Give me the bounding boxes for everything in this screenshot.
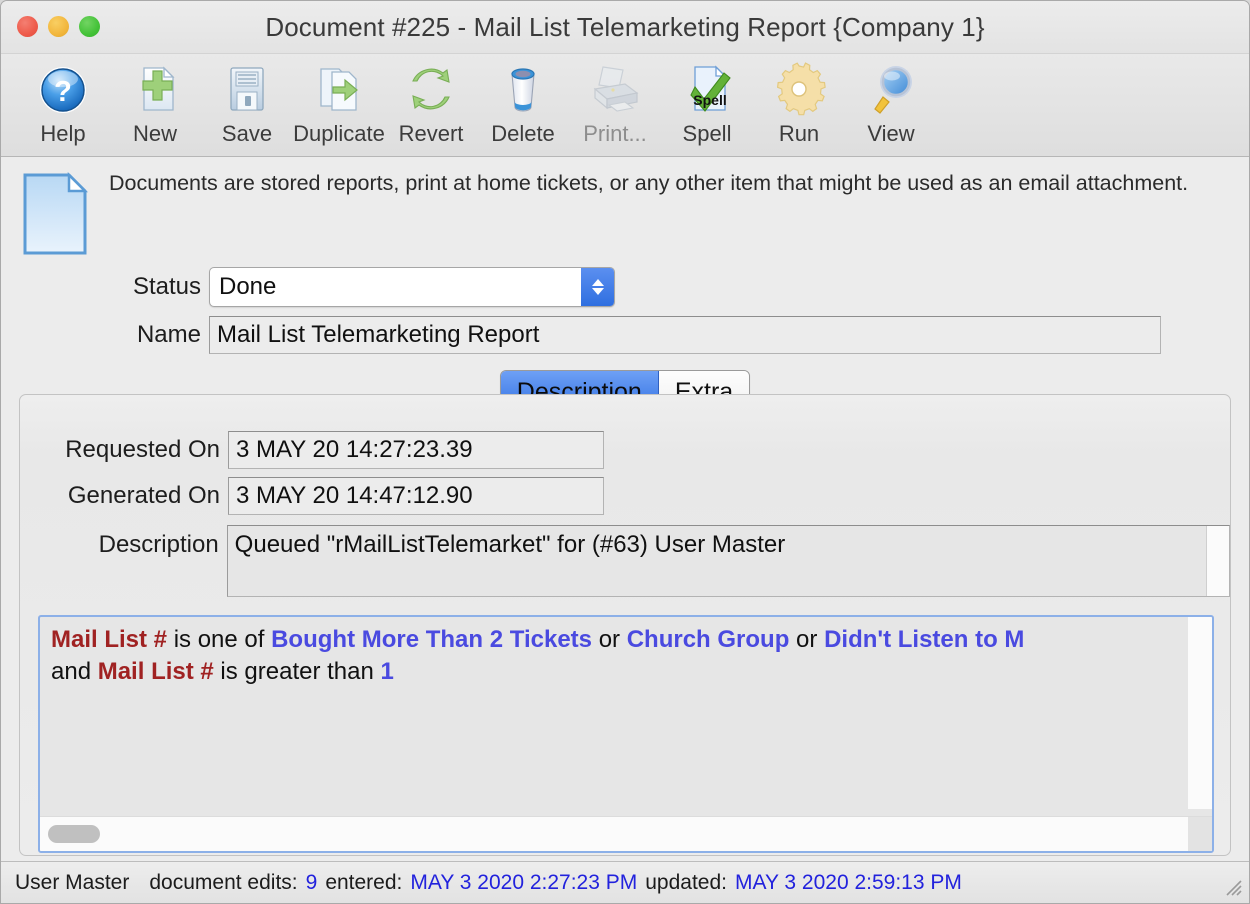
criteria-horizontal-scrollbar[interactable] <box>40 816 1212 851</box>
criteria-value: Bought More Than 2 Tickets <box>271 626 593 653</box>
generated-on-label: Generated On <box>67 482 220 509</box>
criteria-value: Didn't Listen to M <box>824 626 1025 653</box>
criteria-field: Mail List # <box>51 626 168 653</box>
criteria-box[interactable]: Mail List # is one of Bought More Than 2… <box>38 615 1214 853</box>
chevron-down-icon <box>591 288 604 295</box>
criteria-conj: or <box>789 626 825 653</box>
toolbar-label: Revert <box>398 121 464 146</box>
chevron-up-icon <box>591 279 604 286</box>
toolbar-button-delete[interactable]: Delete <box>477 54 569 156</box>
description-row: Description Queued "rMailListTelemarket"… <box>20 525 1230 597</box>
toolbar-button-run[interactable]: Run <box>753 54 845 156</box>
name-input[interactable]: Mail List Telemarketing Report <box>209 316 1161 354</box>
status-updated-value: MAY 3 2020 2:59:13 PM <box>735 870 962 894</box>
toolbar-button-duplicate[interactable]: Duplicate <box>293 54 385 156</box>
criteria-line-1: Mail List # is one of Bought More Than 2… <box>40 617 1212 656</box>
toolbar-label: New <box>132 121 177 146</box>
toolbar-button-new[interactable]: New <box>109 54 201 156</box>
status-row: Status Done <box>19 267 1249 307</box>
toolbar-label: Print... <box>583 121 647 146</box>
toolbar-label: Save <box>221 121 273 146</box>
toolbar-label: Delete <box>491 121 555 146</box>
stepper-icon[interactable] <box>581 268 614 306</box>
toolbar-button-revert[interactable]: Revert <box>385 54 477 156</box>
toolbar-button-save[interactable]: Save <box>201 54 293 156</box>
criteria-field: Mail List # <box>97 658 214 686</box>
generated-on-value[interactable]: 3 MAY 20 14:47:12.90 <box>228 477 604 515</box>
toolbar-button-print[interactable]: Print... <box>569 54 661 156</box>
criteria-value: 1 <box>380 658 394 686</box>
status-edits-count: 9 <box>305 870 318 894</box>
criteria-value: Church Group <box>626 626 790 653</box>
minimize-button[interactable] <box>48 16 69 37</box>
criteria-op: is one of <box>167 626 272 653</box>
toolbar: ? Help New Save Duplicate Revert Delete … <box>1 54 1249 157</box>
status-bar: User Master document edits: 9 entered: M… <box>1 861 1249 903</box>
description-label: Description <box>98 531 219 558</box>
generated-on-row: Generated On 3 MAY 20 14:47:12.90 <box>20 477 1230 515</box>
spell-check-icon: Spell <box>676 58 738 120</box>
criteria-conj: or <box>592 626 627 653</box>
scrollbar-corner <box>1188 817 1212 851</box>
window-controls <box>17 16 100 37</box>
description-textarea[interactable]: Queued "rMailListTelemarket" for (#63) U… <box>226 525 1230 597</box>
criteria-vertical-scrollbar[interactable] <box>1188 617 1212 809</box>
printer-icon <box>584 58 646 120</box>
status-entered-label: entered: <box>325 870 403 894</box>
save-floppy-icon <box>216 58 278 120</box>
requested-on-value[interactable]: 3 MAY 20 14:27:23.39 <box>228 431 604 469</box>
status-user: User Master <box>15 870 130 894</box>
window-title: Document #225 - Mail List Telemarketing … <box>265 11 985 42</box>
document-window: Document #225 - Mail List Telemarketing … <box>0 0 1250 904</box>
close-button[interactable] <box>17 16 38 37</box>
description-value: Queued "rMailListTelemarket" for (#63) U… <box>234 531 786 558</box>
duplicate-icon <box>308 58 370 120</box>
intro-row: Documents are stored reports, print at h… <box>1 157 1249 257</box>
toolbar-button-help[interactable]: ? Help <box>17 54 109 156</box>
name-label: Name <box>136 321 201 348</box>
status-entered-value: MAY 3 2020 2:27:23 PM <box>410 870 638 894</box>
scrollbar-thumb[interactable] <box>48 825 100 843</box>
criteria-conj: and <box>51 658 98 686</box>
status-label: Status <box>132 273 201 300</box>
toolbar-label: View <box>867 121 915 146</box>
title-bar: Document #225 - Mail List Telemarketing … <box>1 1 1249 54</box>
help-icon: ? <box>32 58 94 120</box>
revert-refresh-icon <box>400 58 462 120</box>
content-area: Documents are stored reports, print at h… <box>1 157 1249 861</box>
criteria-op: is greater than <box>213 658 381 686</box>
intro-text: Documents are stored reports, print at h… <box>109 171 1189 195</box>
toolbar-button-view[interactable]: View <box>845 54 937 156</box>
toolbar-label: Run <box>778 121 820 146</box>
requested-on-label: Requested On <box>65 436 220 463</box>
document-icon <box>19 171 91 257</box>
new-document-icon <box>124 58 186 120</box>
status-updated-label: updated: <box>645 870 727 894</box>
toolbar-label: Help <box>40 121 86 146</box>
requested-on-row: Requested On 3 MAY 20 14:27:23.39 <box>20 431 1230 469</box>
toolbar-label: Duplicate <box>293 121 385 146</box>
status-dropdown[interactable]: Done <box>209 267 615 307</box>
status-value: Done <box>219 273 277 300</box>
name-row: Name Mail List Telemarketing Report <box>19 316 1249 354</box>
resize-grip-icon[interactable] <box>1221 875 1243 897</box>
view-magnifier-icon <box>860 58 922 120</box>
delete-trash-icon <box>492 58 554 120</box>
criteria-line-2: and Mail List # is greater than 1 <box>40 656 1212 688</box>
run-gear-icon <box>768 58 830 120</box>
description-panel: Requested On 3 MAY 20 14:27:23.39 Genera… <box>19 394 1231 856</box>
toolbar-label: Spell <box>682 121 732 146</box>
svg-text:Spell: Spell <box>693 92 726 108</box>
toolbar-button-spell[interactable]: Spell Spell <box>661 54 753 156</box>
maximize-button[interactable] <box>79 16 100 37</box>
description-scrollbar[interactable] <box>1206 526 1229 596</box>
status-edits-label: document edits: <box>149 870 298 894</box>
svg-text:?: ? <box>54 76 72 108</box>
